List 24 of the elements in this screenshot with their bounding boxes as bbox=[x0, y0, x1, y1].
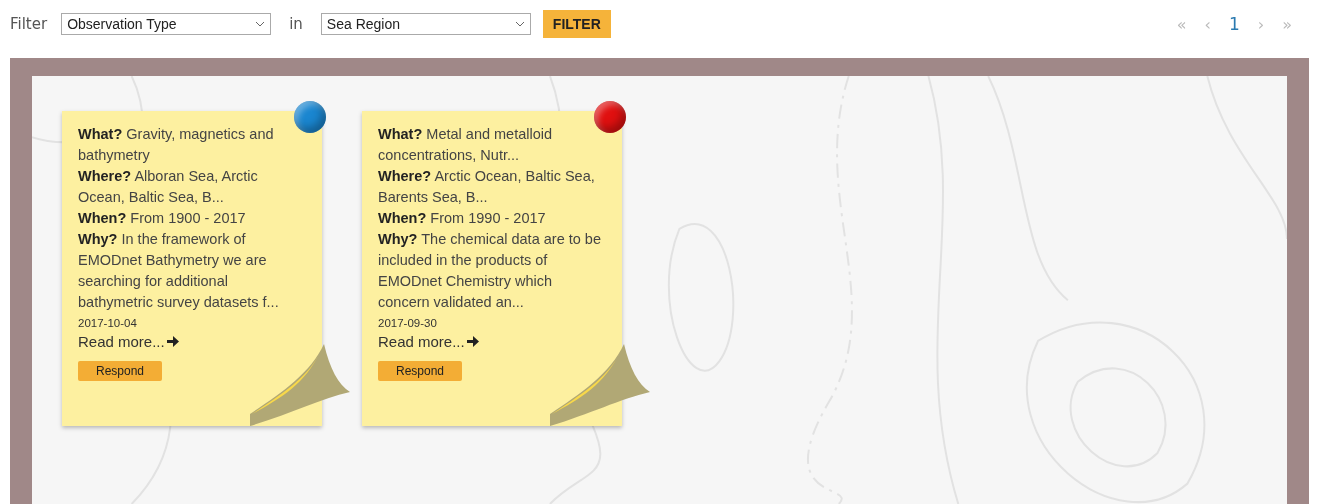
note-field: When? From 1990 - 2017 bbox=[378, 208, 606, 229]
observation-type-select[interactable]: Observation Type bbox=[61, 13, 272, 35]
arrow-right-icon bbox=[466, 336, 479, 347]
note-field: Why? In the framework of EMODnet Bathymetry we are searching for additional bathymetric survey datasets f... bbox=[78, 229, 306, 313]
caret-icon bbox=[255, 21, 266, 27]
note-field: Where? Alboran Sea, Arctic Ocean, Baltic Sea, B... bbox=[78, 166, 306, 208]
respond-button[interactable]: Respond bbox=[378, 361, 462, 381]
in-label: in bbox=[289, 15, 303, 33]
read-more-link[interactable]: Read more... bbox=[378, 333, 479, 350]
filter-button[interactable]: FILTER bbox=[542, 10, 611, 38]
note-field: What? Metal and metalloid concentrations, Nutr... bbox=[378, 124, 606, 166]
note-field: Why? The chemical data are to be included in the products of EMODnet Chemistry which concern validated an... bbox=[378, 229, 606, 313]
note-date: 2017-09-30 bbox=[378, 317, 438, 329]
filter-label: Filter bbox=[10, 15, 48, 33]
read-more-link[interactable]: Read more... bbox=[78, 333, 179, 350]
arrow-right-icon bbox=[166, 336, 179, 347]
caret-icon bbox=[514, 21, 525, 27]
note-field: What? Gravity, magnetics and bathymetry bbox=[78, 124, 306, 166]
sea-region-select[interactable]: Sea Region bbox=[320, 13, 531, 35]
respond-button[interactable]: Respond bbox=[78, 361, 162, 381]
note-field: Where? Arctic Ocean, Baltic Sea, Barents Sea, B... bbox=[378, 166, 606, 208]
note-field: When? From 1900 - 2017 bbox=[78, 208, 306, 229]
pagination-button[interactable]: 1 bbox=[1221, 14, 1247, 34]
note-date: 2017-10-04 bbox=[78, 317, 138, 329]
